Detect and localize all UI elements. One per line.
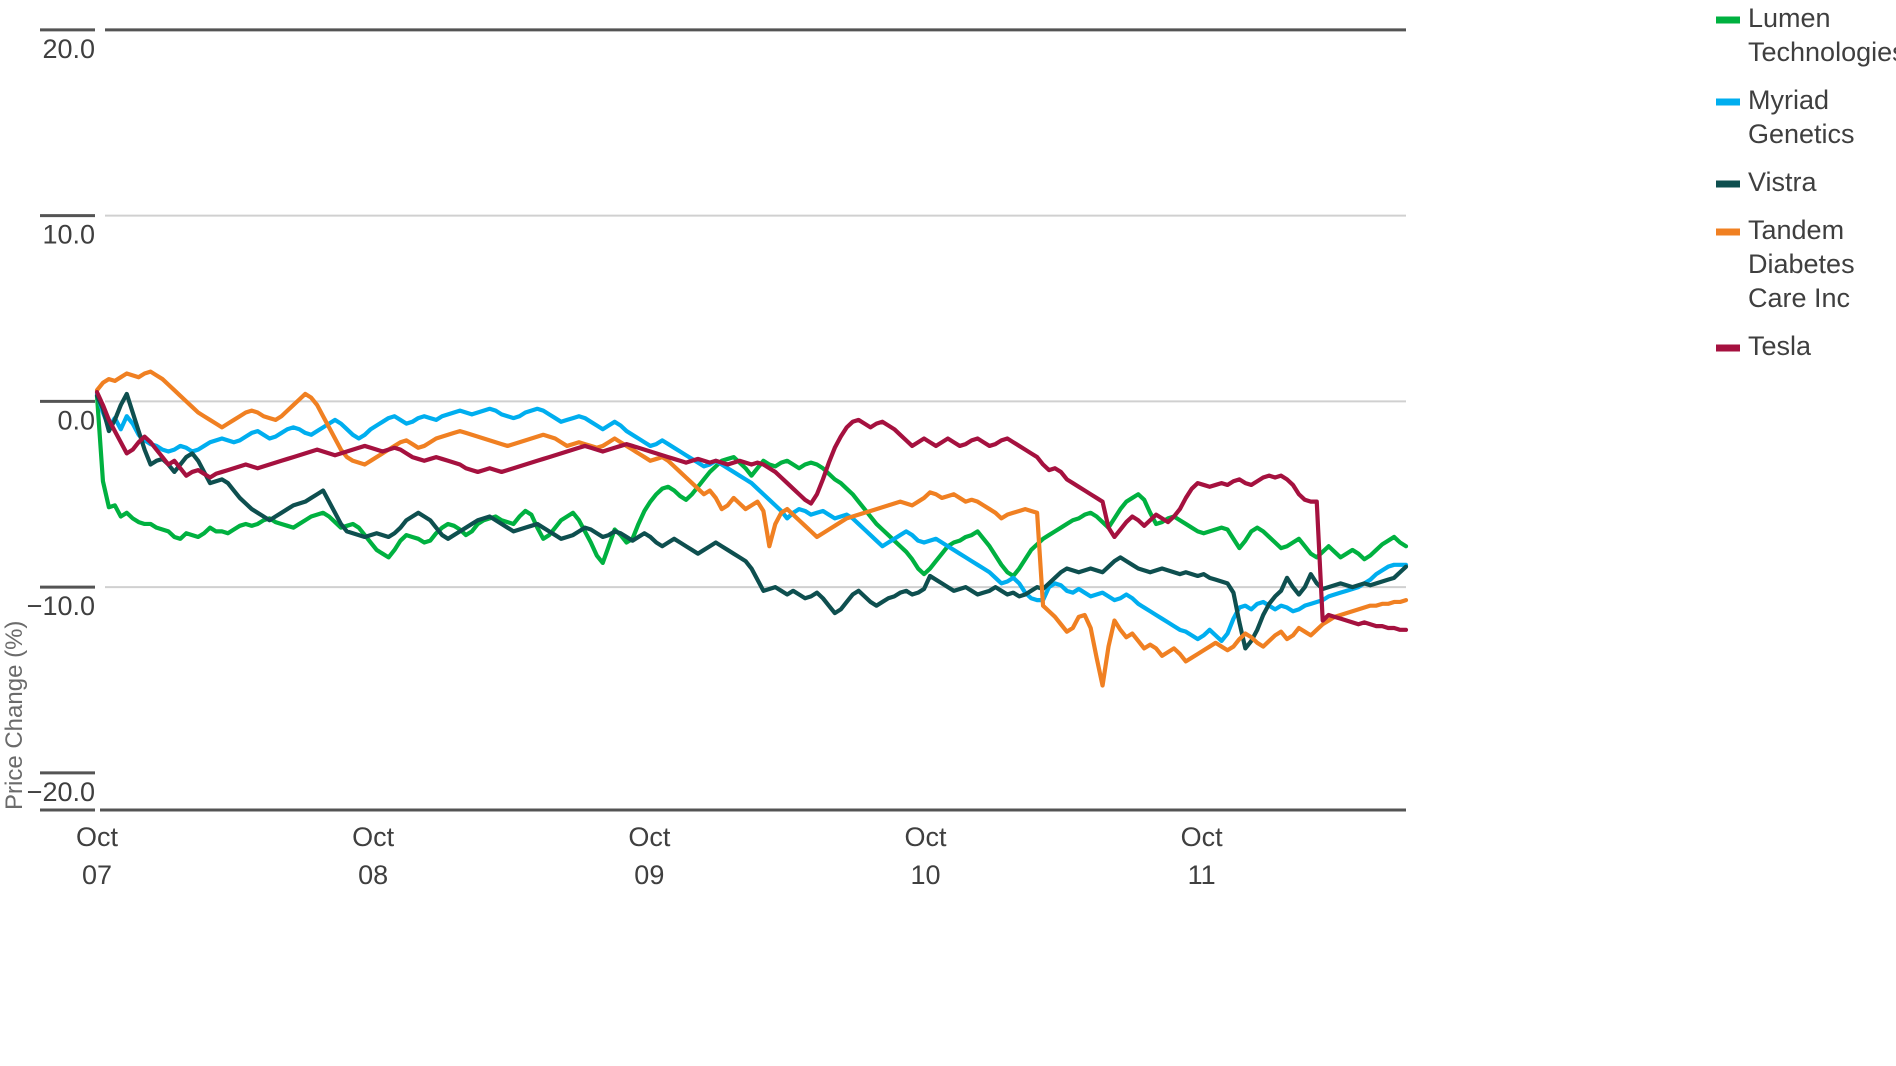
data-series-group: [94, 369, 1409, 688]
x-tick-label-day: 11: [1188, 860, 1216, 890]
legend-label-text: Lumen: [1748, 3, 1831, 33]
y-tick-label: 0.0: [57, 405, 95, 435]
x-tick-label-day: 10: [910, 860, 940, 890]
x-tick-label-day: 09: [634, 860, 664, 890]
y-tick-label: −10.0: [27, 591, 95, 621]
y-tick-label: 20.0: [42, 34, 95, 64]
x-tick-label-month: Oct: [76, 822, 119, 852]
x-tick-label-month: Oct: [904, 822, 947, 852]
legend-label-text: Myriad: [1748, 85, 1829, 115]
price-change-line-chart: 20.010.00.0−10.0−20.0 Oct07Oct08Oct09Oct…: [1, 3, 1896, 890]
x-tick-label-day: 07: [82, 860, 112, 890]
x-tick-label-month: Oct: [1181, 822, 1224, 852]
legend-label-text: Tesla: [1748, 331, 1812, 361]
y-axis-title: Price Change (%): [1, 621, 28, 810]
x-axis-ticks: Oct 07 Oct 08 Oct 09 Oct 10 Oct 11: [76, 822, 1223, 890]
legend-item-myriad-genetics[interactable]: Myriad Genetics: [1716, 85, 1855, 149]
x-tick-label-day: 08: [358, 860, 388, 890]
series-line-vistra: [94, 391, 1409, 651]
legend-item-tesla[interactable]: Tesla: [1716, 331, 1812, 361]
y-axis-title-text: Price Change (%): [1, 621, 28, 810]
legend-label-text: Genetics: [1748, 119, 1855, 149]
legend-item-vistra[interactable]: Vistra: [1716, 167, 1818, 197]
legend-label-text: Tandem: [1748, 215, 1844, 245]
chart-legend[interactable]: Lumen Technologies Myriad Genetics Vistra Tan…: [1716, 3, 1896, 361]
y-tick-label: 10.0: [42, 220, 95, 250]
chart-page: 20.0 10.0 0.0 −10.0 −20.0 Oct 07 Oct 08 Oct 09 Oct…: [0, 0, 1896, 1066]
x-tick-label-month: Oct: [352, 822, 395, 852]
y-axis-ticks: 20.0 10.0 0.0 −10.0 −20.0: [27, 28, 95, 807]
series-line-myriad-genetics: [94, 391, 1409, 644]
legend-label-text: Vistra: [1748, 167, 1818, 197]
x-tick-label-month: Oct: [628, 822, 671, 852]
legend-item-lumen-technologies[interactable]: Lumen Technologies: [1716, 3, 1896, 67]
legend-label-text: Technologies: [1748, 37, 1896, 67]
legend-label-text: Care Inc: [1748, 283, 1850, 313]
legend-label-text: Diabetes: [1748, 249, 1855, 279]
y-tick-label: −20.0: [27, 777, 95, 807]
legend-item-tandem-diabetes-care-inc[interactable]: Tandem Diabetes Care Inc: [1716, 215, 1855, 313]
